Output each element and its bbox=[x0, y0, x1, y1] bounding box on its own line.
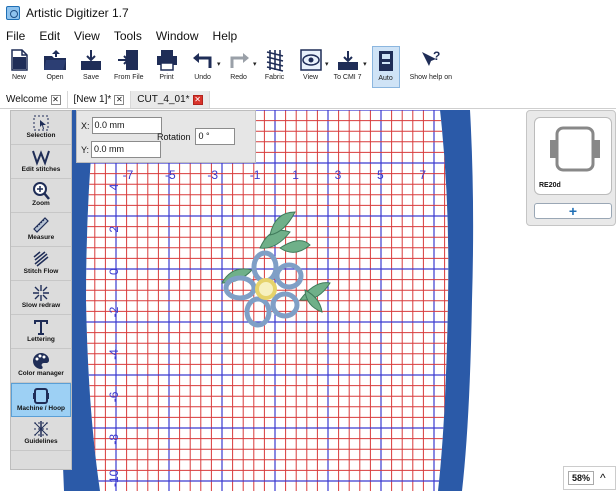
tool-selection-label: Selection bbox=[26, 132, 56, 139]
rotation-input[interactable]: 0 ° bbox=[194, 128, 235, 145]
lettering-icon bbox=[34, 320, 48, 335]
chevron-up-icon[interactable]: ^ bbox=[600, 471, 606, 485]
petal-shape bbox=[223, 275, 257, 301]
tool-measure[interactable]: Measure bbox=[11, 213, 71, 247]
tool-edit-stitches[interactable]: Edit stitches bbox=[11, 145, 71, 179]
flower-center bbox=[255, 278, 277, 300]
color-manager-icon bbox=[33, 353, 50, 369]
slow-redraw-icon bbox=[33, 285, 49, 301]
petal-shape bbox=[274, 262, 304, 290]
tool-slow-redraw-label: Slow redraw bbox=[21, 302, 61, 309]
rotation-row: Rotation 0 ° bbox=[157, 128, 235, 145]
tool-measure-label: Measure bbox=[27, 234, 55, 241]
design-canvas[interactable]: -7 -5 -3 -1 1 3 5 7 4 2 0 -2 -4 -6 -8 -10 bbox=[0, 0, 616, 491]
hoop-name: RE20d bbox=[539, 182, 561, 189]
tool-slow-redraw[interactable]: Slow redraw bbox=[11, 281, 71, 315]
ruler-x-label: 5 bbox=[377, 168, 384, 182]
guidelines-icon bbox=[34, 421, 48, 437]
stitch-flow-icon bbox=[33, 251, 49, 267]
ruler-y-label: 2 bbox=[107, 226, 121, 233]
ruler-x-label: 1 bbox=[292, 168, 299, 182]
tool-selection[interactable]: Selection bbox=[11, 111, 71, 145]
leaf-shape bbox=[279, 240, 311, 253]
tool-edit-stitches-label: Edit stitches bbox=[21, 166, 61, 173]
tool-machine-hoop[interactable]: Machine / Hoop bbox=[11, 383, 71, 417]
ruler-y-label: 4 bbox=[107, 183, 121, 190]
ruler-x-label: -1 bbox=[250, 168, 261, 182]
petal-shape bbox=[244, 296, 272, 328]
tool-stitch-flow-label: Stitch Flow bbox=[23, 268, 59, 275]
tool-guidelines-label: Guidelines bbox=[24, 438, 58, 445]
tool-color-manager-label: Color manager bbox=[18, 370, 64, 377]
coordinate-panel: X: 0.0 mm Y: 0.0 mm Rotation 0 ° bbox=[76, 110, 256, 163]
ruler-y-label: -10 bbox=[107, 469, 121, 487]
x-label: X: bbox=[81, 120, 90, 131]
selection-icon bbox=[33, 115, 49, 131]
y-label: Y: bbox=[81, 144, 90, 155]
tool-color-manager[interactable]: Color manager bbox=[11, 349, 71, 383]
measure-icon bbox=[33, 217, 49, 233]
ruler-x-label: -7 bbox=[123, 168, 134, 182]
y-coordinate-input[interactable]: 0.0 mm bbox=[91, 141, 162, 158]
tool-guidelines[interactable]: Guidelines bbox=[11, 417, 71, 451]
app-window: Artistic Digitizer 1.7 File Edit View To… bbox=[0, 0, 616, 491]
tool-lettering[interactable]: Lettering bbox=[11, 315, 71, 349]
ruler-y-label: -4 bbox=[107, 349, 121, 360]
x-coordinate-row: X: 0.0 mm bbox=[81, 117, 162, 134]
add-hoop-button[interactable]: + bbox=[534, 203, 612, 219]
tool-lettering-label: Lettering bbox=[27, 336, 55, 343]
zoom-level[interactable]: 58% bbox=[568, 471, 595, 485]
tool-machine-hoop-label: Machine / Hoop bbox=[16, 405, 66, 412]
ruler-x-label: -3 bbox=[207, 168, 218, 182]
ruler-y-label: -2 bbox=[107, 306, 121, 317]
tool-zoom-label: Zoom bbox=[32, 200, 50, 207]
ruler-y-label: -8 bbox=[107, 434, 121, 445]
tool-stitch-flow[interactable]: Stitch Flow bbox=[11, 247, 71, 281]
zoom-icon bbox=[33, 182, 50, 200]
rotation-label: Rotation bbox=[157, 131, 191, 142]
ruler-y-label: -6 bbox=[107, 391, 121, 402]
ruler-x-label: -5 bbox=[165, 168, 176, 182]
x-coordinate-input[interactable]: 0.0 mm bbox=[91, 117, 162, 134]
machine-hoop-icon bbox=[33, 388, 49, 404]
ruler-x-label: 7 bbox=[419, 168, 426, 182]
edit-stitches-icon bbox=[32, 150, 50, 166]
tool-panel: Selection Edit stitches Zoom Measure Sti… bbox=[10, 110, 72, 470]
hoop-selector-card: RE20d + bbox=[526, 110, 616, 226]
zoom-control: 58% ^ bbox=[563, 466, 616, 490]
petal-shape bbox=[251, 250, 279, 284]
ruler-y-label: 0 bbox=[107, 268, 121, 275]
stitch-grid bbox=[86, 110, 449, 491]
y-coordinate-row: Y: 0.0 mm bbox=[81, 141, 162, 158]
tool-zoom[interactable]: Zoom bbox=[11, 179, 71, 213]
ruler-x-label: 3 bbox=[335, 168, 342, 182]
petal-shape bbox=[270, 291, 300, 319]
